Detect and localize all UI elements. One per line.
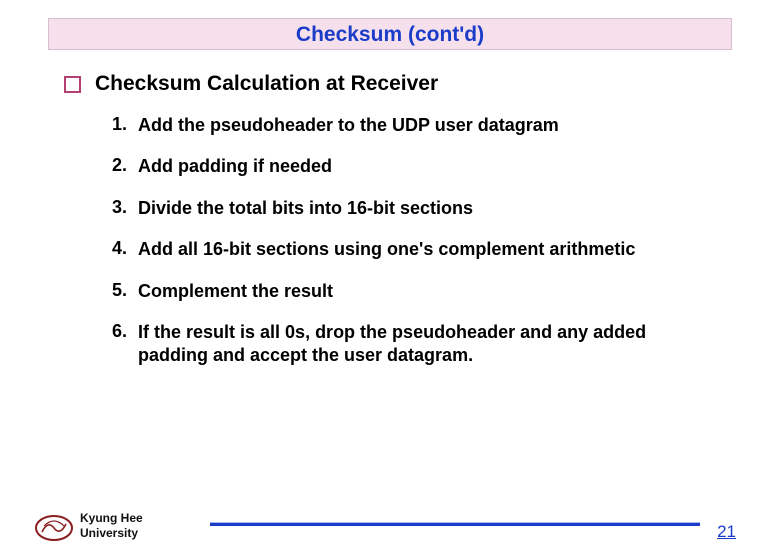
slide-title: Checksum (cont'd) bbox=[296, 23, 484, 46]
list-item-number: 3. bbox=[112, 197, 138, 218]
content-section: Checksum Calculation at Receiver 1. Add … bbox=[64, 72, 780, 368]
slide-title-bar: Checksum (cont'd) bbox=[48, 18, 732, 50]
university-line1: Kyung Hee bbox=[80, 511, 143, 525]
list-item: 3. Divide the total bits into 16-bit sec… bbox=[112, 197, 672, 220]
footer-rule bbox=[210, 522, 700, 526]
page-number: 21 bbox=[717, 522, 736, 542]
list-item-number: 2. bbox=[112, 155, 138, 176]
list-item-text: Complement the result bbox=[138, 280, 672, 303]
list-item-text: Add the pseudoheader to the UDP user dat… bbox=[138, 114, 672, 137]
slide-footer: Kyung Hee University 21 bbox=[0, 502, 780, 542]
section-heading-row: Checksum Calculation at Receiver bbox=[64, 72, 780, 96]
list-item: 1. Add the pseudoheader to the UDP user … bbox=[112, 114, 672, 137]
square-bullet-icon bbox=[64, 76, 81, 93]
list-item-number: 5. bbox=[112, 280, 138, 301]
list-item-text: Add padding if needed bbox=[138, 155, 672, 178]
list-item-number: 4. bbox=[112, 238, 138, 259]
list-item-number: 6. bbox=[112, 321, 138, 342]
list-item: 2. Add padding if needed bbox=[112, 155, 672, 178]
list-item: 5. Complement the result bbox=[112, 280, 672, 303]
university-logo-icon bbox=[34, 514, 74, 542]
list-item-text: If the result is all 0s, drop the pseudo… bbox=[138, 321, 672, 368]
university-line2: University bbox=[80, 526, 143, 540]
list-item-text: Add all 16-bit sections using one's comp… bbox=[138, 238, 672, 261]
university-name: Kyung Hee University bbox=[80, 511, 143, 540]
numbered-list: 1. Add the pseudoheader to the UDP user … bbox=[112, 114, 780, 368]
list-item-text: Divide the total bits into 16-bit sectio… bbox=[138, 197, 672, 220]
list-item-number: 1. bbox=[112, 114, 138, 135]
list-item: 6. If the result is all 0s, drop the pse… bbox=[112, 321, 672, 368]
list-item: 4. Add all 16-bit sections using one's c… bbox=[112, 238, 672, 261]
section-heading: Checksum Calculation at Receiver bbox=[95, 72, 438, 96]
